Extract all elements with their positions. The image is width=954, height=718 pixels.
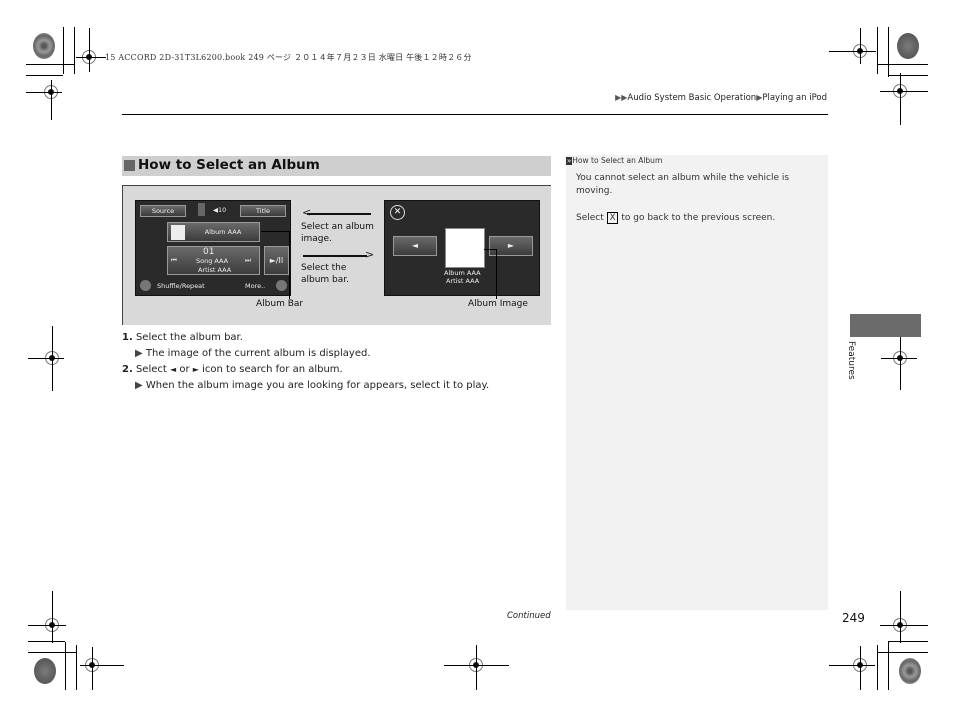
triangle-left-icon: ◄: [170, 365, 177, 374]
step-text: Select: [135, 364, 167, 375]
note-heading: »How to Select an Album: [566, 156, 662, 165]
color-target-icon: [34, 658, 56, 684]
arrow-right-icon: [303, 255, 367, 257]
artist-name: Artist AAA: [198, 266, 232, 274]
shuffle-knob-icon: [140, 280, 151, 291]
chapter-tab[interactable]: [850, 314, 921, 337]
step-text: Select the album bar.: [135, 332, 243, 343]
more-label[interactable]: More..: [245, 282, 265, 290]
sidebar-note: »How to Select an Album You cannot selec…: [566, 155, 828, 610]
note-text: Select: [576, 213, 604, 223]
ipod-icon: [198, 203, 205, 216]
volume-level: ◀10: [213, 206, 226, 214]
next-track-icon[interactable]: ⏭: [245, 256, 251, 265]
note-text: to go back to the previous screen.: [621, 213, 776, 223]
album-bar[interactable]: Album AAA: [167, 222, 260, 242]
double-triangle-right-icon: ▶▶: [615, 93, 628, 102]
album-bar-label: Album AAA: [204, 228, 242, 236]
album-image[interactable]: [445, 228, 485, 268]
triangle-right-icon: ►: [507, 241, 515, 250]
audio-screen: Source ◀10 Title Album AAA ⏮ 01 Song AAA…: [135, 200, 291, 296]
source-button[interactable]: Source: [140, 205, 186, 217]
triangle-right-icon: ►: [192, 365, 199, 374]
step-2: 2. Select ◄ or ► icon to search for an a…: [122, 362, 489, 378]
step-number: 2.: [122, 364, 133, 375]
result-text: When the album image you are looking for…: [145, 380, 490, 391]
album-image-callout: Album Image: [468, 299, 528, 309]
step-2-result: ▶ When the album image you are looking f…: [122, 378, 489, 394]
header-rule: [122, 114, 828, 115]
track-number: 01: [203, 247, 215, 257]
title-button[interactable]: Title: [240, 205, 286, 217]
square-bullet-icon: [124, 160, 135, 171]
step-1: 1. Select the album bar.: [122, 330, 489, 346]
triangle-left-icon: ◄: [411, 241, 419, 250]
file-header: 15 ACCORD 2D-31T3L6200.book 249 ページ ２０１４…: [105, 53, 472, 62]
album-name: Album AAA: [444, 269, 481, 277]
close-icon[interactable]: ✕: [390, 205, 405, 220]
volume-value: 10: [218, 206, 227, 214]
more-knob-icon: [276, 280, 287, 291]
album-browse-screen: ✕ ◄ ► Album AAA Artist AAA: [384, 200, 540, 296]
breadcrumb: ▶▶Audio System Basic Operation▶Playing a…: [615, 93, 827, 103]
select-album-bar-label: Select the album bar.: [301, 263, 350, 285]
select-album-image-label: Select an album image.: [301, 222, 374, 244]
song-name: Song AAA: [196, 257, 229, 265]
album-bar-callout: Album Bar: [256, 299, 304, 309]
result-text: The image of the current album is displa…: [145, 348, 371, 359]
breadcrumb-item[interactable]: Playing an iPod: [762, 93, 827, 103]
chapter-tab-label: Features: [846, 341, 856, 380]
note-paragraph: You cannot select an album while the veh…: [576, 173, 790, 196]
note-paragraph: Select X to go back to the previous scre…: [576, 212, 816, 225]
note-heading-text: How to Select an Album: [572, 156, 663, 165]
result-triangle-icon: ▶: [135, 348, 143, 359]
instruction-steps: 1. Select the album bar. ▶ The image of …: [122, 330, 489, 394]
color-target-icon: [33, 33, 55, 59]
track-panel: ⏮ 01 Song AAA Artist AAA ⏭: [167, 246, 260, 275]
arrow-left-icon: [307, 213, 371, 215]
close-key-icon: X: [606, 212, 619, 224]
previous-track-icon[interactable]: ⏮: [171, 256, 177, 265]
album-thumbnail: [171, 225, 185, 240]
previous-album-button[interactable]: ◄: [393, 236, 437, 256]
continued-label: Continued: [507, 611, 551, 621]
step-text: or: [179, 364, 190, 375]
play-pause-button[interactable]: ►/II: [264, 246, 289, 275]
step-1-result: ▶ The image of the current album is disp…: [122, 346, 489, 362]
illustration: Source ◀10 Title Album AAA ⏮ 01 Song AAA…: [122, 185, 551, 325]
color-target-icon: [897, 33, 919, 59]
section-title: How to Select an Album: [138, 157, 320, 173]
page-number: 249: [842, 611, 865, 625]
breadcrumb-item[interactable]: Audio System Basic Operation: [627, 93, 756, 103]
color-target-icon: [899, 658, 921, 684]
artist-name: Artist AAA: [446, 277, 480, 285]
section-header: How to Select an Album: [122, 156, 551, 176]
result-triangle-icon: ▶: [135, 380, 143, 391]
shuffle-repeat-label[interactable]: Shuffle/Repeat: [157, 282, 205, 290]
step-text: icon to search for an album.: [202, 364, 343, 375]
step-number: 1.: [122, 332, 133, 343]
